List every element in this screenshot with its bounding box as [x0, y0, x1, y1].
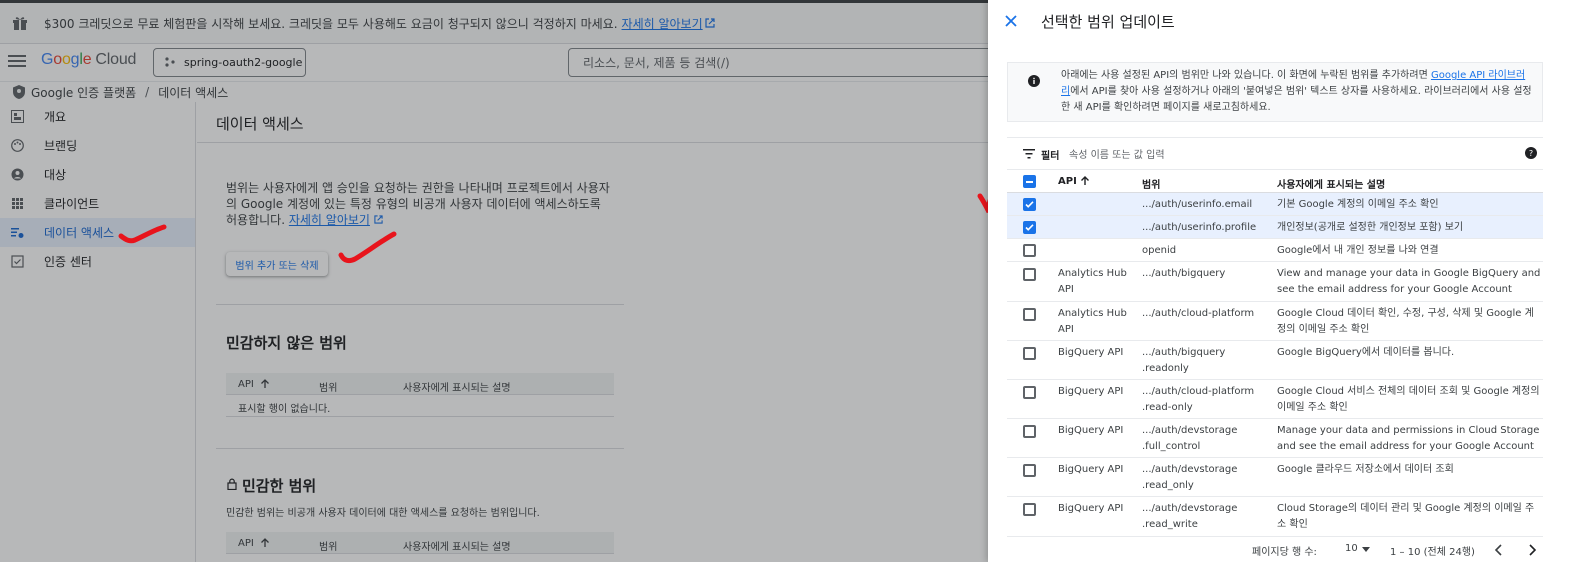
annotation-check-mark [338, 231, 397, 264]
row-api-cell: Analytics Hub API [1058, 268, 1127, 295]
chevron-left-icon[interactable] [1494, 544, 1504, 556]
table-row[interactable]: BigQuery API .../auth/devstorage .read_wr… [1007, 497, 1543, 537]
row-api-cell: BigQuery API [1058, 425, 1124, 436]
row-checkbox[interactable] [1023, 244, 1036, 257]
row-scope-cell: .../auth/userinfo.profile [1142, 222, 1257, 233]
pagination-footer: 페이지당 행 수: 10 1 – 10 (전체 24행) [1007, 538, 1543, 562]
row-desc-cell: Google Cloud 서비스 전체의 데이터 조회 및 Google 계정의… [1277, 386, 1540, 413]
row-checkbox[interactable] [1023, 198, 1036, 211]
row-desc-cell: 개인정보(공개로 설정한 개인정보 포함) 보기 [1277, 222, 1464, 233]
row-desc-cell: Google에서 내 개인 정보를 나와 연결 [1277, 245, 1439, 256]
row-desc-cell: Manage your data and permissions in Clou… [1277, 425, 1540, 452]
row-checkbox[interactable] [1023, 464, 1036, 477]
row-api-cell: Analytics Hub API [1058, 308, 1127, 335]
row-scope-cell: .../auth/cloud-platform [1142, 308, 1255, 319]
table-row[interactable]: BigQuery API .../auth/devstorage .read_on… [1007, 458, 1543, 497]
filter-bar: 필터 속성 이름 또는 값 입력 ? [1007, 137, 1543, 170]
table-row[interactable]: BigQuery API .../auth/bigquery .readonly G… [1007, 341, 1543, 380]
annotation-check-mark [118, 224, 167, 244]
update-scopes-panel: 선택한 범위 업데이트 아래에는 사용 설정된 API의 범위만 나와 있습니다… [988, 0, 1575, 562]
row-desc-cell: 기본 Google 계정의 이메일 주소 확인 [1277, 199, 1439, 210]
row-scope-cell: .../auth/devstorage .read_write [1142, 503, 1238, 530]
row-checkbox[interactable] [1023, 308, 1036, 321]
select-all-checkbox[interactable] [1023, 175, 1036, 188]
info-banner: 아래에는 사용 설정된 API의 범위만 나와 있습니다. 이 화면에 누락된 … [1007, 62, 1543, 122]
sort-arrow-up-icon[interactable] [1080, 176, 1090, 186]
row-scope-cell: .../auth/devstorage .read_only [1142, 464, 1238, 491]
col-scope-header: 범위 [1142, 180, 1161, 191]
rows-per-page-select[interactable]: 10 [1345, 543, 1358, 554]
row-desc-cell: Cloud Storage의 데이터 관리 및 Google 계정의 이메일 주… [1277, 503, 1535, 530]
row-scope-cell: .../auth/userinfo.email [1142, 199, 1253, 210]
filter-input[interactable]: 속성 이름 또는 값 입력 [1069, 146, 1165, 161]
help-icon[interactable]: ? [1525, 147, 1537, 159]
info-icon [1028, 75, 1040, 87]
svg-text:?: ? [1529, 149, 1533, 158]
row-api-cell: BigQuery API [1058, 503, 1124, 514]
table-row[interactable]: .../auth/userinfo.email 기본 Google 계정의 이메일… [1007, 193, 1543, 216]
table-row[interactable]: BigQuery API .../auth/cloud-platform .rea… [1007, 380, 1543, 419]
row-desc-cell: Google 클라우드 저장소에서 데이터 조회 [1277, 464, 1454, 475]
panel-title: 선택한 범위 업데이트 [1041, 13, 1175, 31]
col-desc-header: 사용자에게 표시되는 설명 [1277, 180, 1386, 191]
row-checkbox[interactable] [1023, 221, 1036, 234]
row-api-cell: BigQuery API [1058, 386, 1124, 397]
table-row[interactable]: Analytics Hub API .../auth/cloud-platform… [1007, 302, 1543, 341]
row-api-cell: BigQuery API [1058, 464, 1124, 475]
chevron-right-icon[interactable] [1527, 544, 1537, 556]
table-row[interactable]: .../auth/userinfo.profile 개인정보(공개로 설정한 개인… [1007, 216, 1543, 239]
table-row[interactable]: Analytics Hub API .../auth/bigquery View a… [1007, 262, 1543, 302]
row-scope-cell: openid [1142, 245, 1177, 256]
row-checkbox[interactable] [1023, 347, 1036, 360]
table-row[interactable]: openid Google에서 내 개인 정보를 나와 연결 [1007, 239, 1543, 262]
row-scope-cell: .../auth/cloud-platform .read-only [1142, 386, 1255, 413]
row-checkbox[interactable] [1023, 386, 1036, 399]
filter-icon [1023, 149, 1035, 159]
row-checkbox[interactable] [1023, 503, 1036, 516]
scopes-table: API 범위 사용자에게 표시되는 설명 .../auth/userinfo.e… [1007, 170, 1543, 537]
col-api-header[interactable]: API [1058, 176, 1077, 187]
row-api-cell: BigQuery API [1058, 347, 1124, 358]
app-root: $300 크레딧으로 무료 체험판을 시작해 보세요. 크레딧을 모두 사용해도… [0, 0, 1575, 562]
table-body: .../auth/userinfo.email 기본 Google 계정의 이메일… [1007, 193, 1543, 537]
row-checkbox[interactable] [1023, 268, 1036, 281]
row-scope-cell: .../auth/bigquery .readonly [1142, 347, 1226, 374]
page-range: 1 – 10 (전체 24행) [1390, 547, 1475, 558]
table-header: API 범위 사용자에게 표시되는 설명 [1007, 170, 1543, 193]
row-scope-cell: .../auth/devstorage .full_control [1142, 425, 1238, 452]
modal-backdrop[interactable] [0, 0, 988, 562]
row-desc-cell: Google Cloud 데이터 확인, 수정, 구성, 삭제 및 Google… [1277, 308, 1534, 335]
filter-label: 필터 [1041, 151, 1060, 162]
row-desc-cell: View and manage your data in Google BigQ… [1277, 268, 1541, 295]
chevron-down-icon[interactable] [1362, 547, 1370, 552]
row-scope-cell: .../auth/bigquery [1142, 268, 1226, 279]
close-icon[interactable] [1003, 13, 1019, 29]
row-checkbox[interactable] [1023, 425, 1036, 438]
row-desc-cell: Google BigQuery에서 데이터를 봅니다. [1277, 347, 1455, 358]
rows-per-page-label: 페이지당 행 수: [1252, 547, 1317, 558]
table-row[interactable]: BigQuery API .../auth/devstorage .full_co… [1007, 419, 1543, 458]
